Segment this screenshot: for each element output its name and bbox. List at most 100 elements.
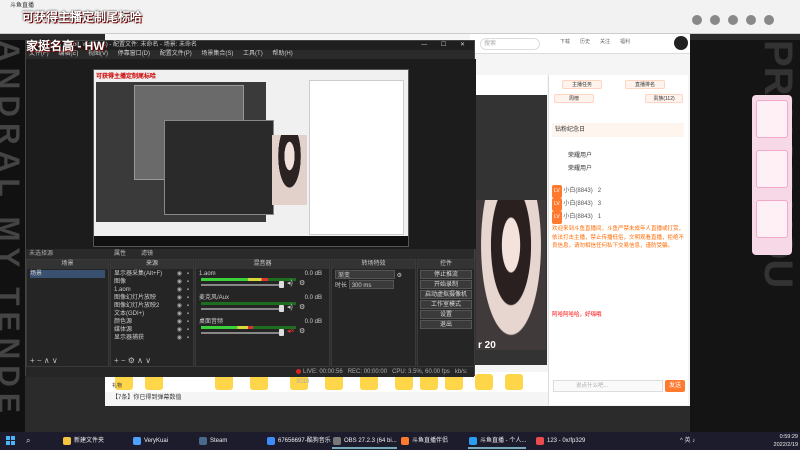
menu-help[interactable]: 帮助(H) bbox=[272, 51, 292, 57]
profile-icon[interactable] bbox=[746, 15, 756, 25]
volume-knob[interactable] bbox=[279, 281, 284, 288]
settings-button[interactable]: 设置 bbox=[420, 310, 472, 319]
gift-icon[interactable] bbox=[505, 374, 523, 390]
exit-button[interactable]: 退出 bbox=[420, 320, 472, 329]
window-controls[interactable]: — ☐ ✕ bbox=[421, 41, 471, 50]
history-icon[interactable]: 历史 bbox=[580, 38, 590, 50]
eye-icon[interactable]: ◉ bbox=[177, 294, 182, 302]
source-item[interactable]: 图像幻灯片放映 ◉ ▪ bbox=[114, 294, 190, 302]
extension-icon[interactable] bbox=[710, 15, 720, 25]
avatar[interactable] bbox=[674, 36, 688, 50]
search-input[interactable]: 搜索 bbox=[480, 38, 540, 50]
extension-icon[interactable] bbox=[728, 15, 738, 25]
volume-knob[interactable] bbox=[279, 305, 284, 312]
menu-icon[interactable] bbox=[764, 15, 774, 25]
taskbar-item-folder[interactable]: 新建文件夹 bbox=[62, 433, 104, 449]
duration-input[interactable]: 300 ms bbox=[348, 280, 394, 289]
search-icon[interactable]: ⌕ bbox=[26, 436, 30, 446]
start-recording-button[interactable]: 开始录制 bbox=[420, 280, 472, 289]
download-icon[interactable]: 下载 bbox=[560, 38, 570, 50]
clock[interactable]: 0:59:29 2022/2/19 bbox=[760, 433, 798, 449]
promo-card[interactable] bbox=[756, 100, 788, 138]
sources-toolbar[interactable]: + − ⚙ ∧ ∨ bbox=[111, 355, 193, 366]
tab-weekly[interactable]: 周榜 bbox=[554, 94, 594, 103]
gift-icon[interactable] bbox=[475, 374, 493, 390]
source-item[interactable]: 媒体源 ◉ ▪ bbox=[114, 326, 190, 334]
speaker-icon[interactable]: ◂) bbox=[287, 304, 293, 312]
menu-docks[interactable]: 停靠窗口(D) bbox=[118, 51, 150, 57]
extension-icon[interactable] bbox=[692, 15, 702, 25]
properties-button[interactable]: 属性 bbox=[114, 249, 126, 259]
promo-card[interactable] bbox=[756, 150, 788, 188]
windows-start-icon[interactable] bbox=[6, 436, 16, 446]
taskbar-item-douyu-companion[interactable]: 斗鱼直播伴侣 bbox=[400, 433, 448, 449]
source-item[interactable]: 文本(GDI+) ◉ ▪ bbox=[114, 310, 190, 318]
taskbar-item-steam[interactable]: Steam bbox=[198, 433, 227, 449]
studio-mode-button[interactable]: 工作室模式 bbox=[420, 300, 472, 309]
source-item[interactable]: 图像 ◉ ▪ bbox=[114, 278, 190, 286]
obs-preview[interactable]: 可获得主播定制尾标哈 bbox=[26, 59, 476, 249]
source-item[interactable]: 颜色源 ◉ ▪ bbox=[114, 318, 190, 326]
gear-icon[interactable]: ⚙ bbox=[299, 328, 305, 336]
lock-icon[interactable]: ▪ bbox=[187, 278, 189, 286]
eye-icon[interactable]: ◉ bbox=[177, 334, 182, 342]
scene-item[interactable]: 场景 bbox=[30, 270, 105, 278]
volume-slider[interactable] bbox=[201, 284, 281, 286]
speaker-icon[interactable]: ◂) bbox=[287, 280, 293, 288]
volume-slider[interactable] bbox=[201, 332, 281, 334]
lock-icon[interactable]: ▪ bbox=[187, 334, 189, 342]
tab-tasks[interactable]: 主播任务 bbox=[562, 80, 602, 89]
follow-icon[interactable]: 关注 bbox=[600, 38, 610, 50]
chat-input[interactable]: 说点什么吧... bbox=[553, 380, 663, 392]
transition-select[interactable]: 渐变 bbox=[335, 270, 395, 279]
lock-icon[interactable]: ▪ bbox=[187, 270, 189, 278]
lock-icon[interactable]: ▪ bbox=[187, 318, 189, 326]
gear-icon[interactable]: ⚙ bbox=[299, 304, 305, 312]
system-tray[interactable]: ^ 英 ♪ bbox=[680, 433, 760, 449]
filters-button[interactable]: 滤镜 bbox=[141, 249, 153, 259]
rank-label[interactable]: 小白(8843) bbox=[563, 201, 592, 207]
stop-streaming-button[interactable]: 停止推流 bbox=[420, 270, 472, 279]
eye-icon[interactable]: ◉ bbox=[177, 326, 182, 334]
volume-slider[interactable] bbox=[201, 308, 281, 310]
rank-label[interactable]: 小白(8843) bbox=[563, 214, 592, 220]
virtual-camera-button[interactable]: 启动虚拟摄像机 bbox=[420, 290, 472, 299]
source-item[interactable]: 图像幻灯片放映2 ◉ ▪ bbox=[114, 302, 190, 310]
tab-nobles[interactable]: 贵族(112) bbox=[645, 94, 683, 103]
lock-icon[interactable]: ▪ bbox=[187, 326, 189, 334]
taskbar-item-obs[interactable]: OBS 27.2.3 (64 bi... bbox=[332, 433, 397, 449]
source-item[interactable]: 1.aom ◉ ▪ bbox=[114, 286, 190, 294]
taskbar-item-verykuai[interactable]: VeryKuai bbox=[132, 433, 168, 449]
lock-icon[interactable]: ▪ bbox=[187, 286, 189, 294]
menu-scene-collection[interactable]: 场景集合(S) bbox=[201, 51, 233, 57]
lock-icon[interactable]: ▪ bbox=[187, 302, 189, 310]
taskbar-item-browser[interactable]: 斗鱼直播 - 个人... bbox=[468, 433, 527, 449]
volume-knob[interactable] bbox=[279, 329, 284, 336]
taskbar-item-kugou[interactable]: 67656697-酷狗音乐 bbox=[266, 433, 331, 449]
eye-icon[interactable]: ◉ bbox=[177, 278, 182, 286]
eye-icon[interactable]: ◉ bbox=[177, 286, 182, 294]
preview-canvas[interactable]: 可获得主播定制尾标哈 bbox=[93, 69, 409, 247]
eye-icon[interactable]: ◉ bbox=[177, 310, 182, 318]
fan-name[interactable]: 荣耀用户 bbox=[552, 150, 684, 163]
rank-label[interactable]: 小白(8843) bbox=[563, 188, 592, 194]
fans-anniversary[interactable]: 钻粉纪念日 bbox=[552, 123, 684, 137]
taskbar-item-app[interactable]: 123 - 0x/fp329 bbox=[535, 433, 585, 449]
source-item[interactable]: 显示器捕获 ◉ ▪ bbox=[114, 334, 190, 342]
eye-icon[interactable]: ◉ bbox=[177, 318, 182, 326]
eye-icon[interactable]: ◉ bbox=[177, 270, 182, 278]
fan-name[interactable]: 荣耀用户 bbox=[552, 163, 684, 176]
gear-icon[interactable]: ⚙ bbox=[299, 280, 305, 288]
gear-icon[interactable]: ⚙ bbox=[397, 273, 402, 279]
lock-icon[interactable]: ▪ bbox=[187, 294, 189, 302]
source-item[interactable]: 显示器采集(Alt+F) ◉ ▪ bbox=[114, 270, 190, 278]
tab-rank[interactable]: 直播排名 bbox=[625, 80, 665, 89]
menu-profile[interactable]: 配置文件(P) bbox=[160, 51, 192, 57]
scenes-toolbar[interactable]: + − ∧ ∨ bbox=[27, 355, 108, 366]
send-button[interactable]: 发送 bbox=[665, 380, 685, 392]
promo-card[interactable] bbox=[756, 200, 788, 238]
eye-icon[interactable]: ◉ bbox=[177, 302, 182, 310]
muted-speaker-icon[interactable]: ◂× bbox=[287, 328, 295, 336]
menu-tools[interactable]: 工具(T) bbox=[243, 51, 263, 57]
gift-icon[interactable]: 福利 bbox=[620, 38, 630, 50]
